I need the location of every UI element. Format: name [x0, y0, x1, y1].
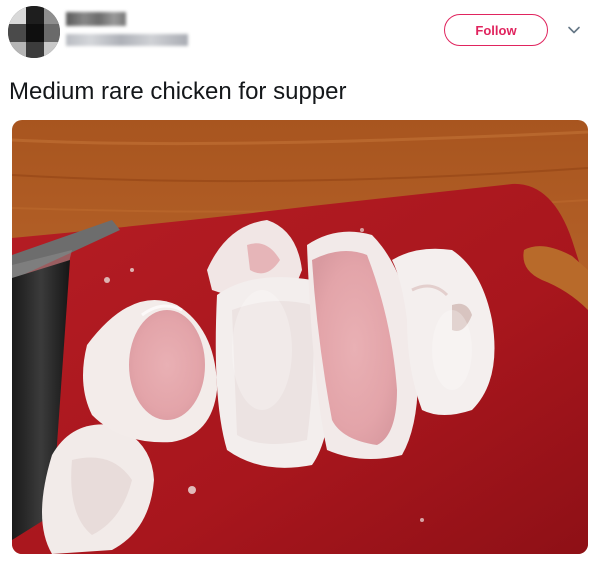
chevron-down-icon[interactable]: [566, 22, 582, 38]
tweet-card: Follow Medium rare chicken for supper: [0, 0, 600, 572]
avatar[interactable]: [8, 6, 60, 58]
tweet-text: Medium rare chicken for supper: [9, 78, 347, 105]
follow-button[interactable]: Follow: [444, 14, 548, 46]
display-name-redacted[interactable]: [66, 12, 126, 26]
tweet-photo[interactable]: [12, 120, 588, 554]
username-redacted[interactable]: [66, 34, 188, 46]
follow-button-label: Follow: [475, 22, 517, 38]
